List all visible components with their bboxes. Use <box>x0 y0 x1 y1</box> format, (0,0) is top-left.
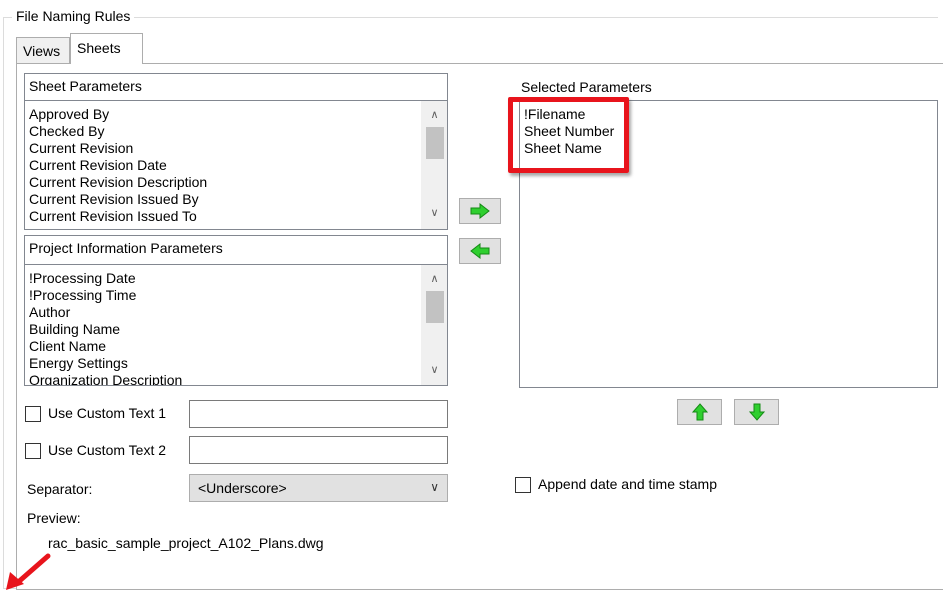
list-item[interactable]: Current Revision Date <box>29 157 421 174</box>
tab-sheets[interactable]: Sheets <box>70 33 143 64</box>
separator-label: Separator: <box>27 481 93 497</box>
project-parameters-list[interactable]: !Processing Date !Processing Time Author… <box>24 264 448 386</box>
list-item[interactable]: Approved By <box>29 106 421 123</box>
custom-text-2-input[interactable] <box>189 436 448 464</box>
custom-text-1-label: Use Custom Text 1 <box>48 405 167 421</box>
list-item[interactable]: !Processing Time <box>29 287 421 304</box>
tab-views[interactable]: Views <box>16 37 70 63</box>
custom-text-1-input[interactable] <box>189 400 448 428</box>
list-item[interactable]: !Processing Date <box>29 270 421 287</box>
pointer-arrow-icon <box>6 553 51 590</box>
selected-parameters-label: Selected Parameters <box>521 79 652 95</box>
append-stamp-label: Append date and time stamp <box>538 476 718 492</box>
preview-label: Preview: <box>27 510 81 526</box>
custom-text-2-label: Use Custom Text 2 <box>48 442 167 458</box>
arrow-right-icon <box>470 203 490 219</box>
sheet-parameters-header: Sheet Parameters <box>24 73 448 101</box>
list-item[interactable]: Client Name <box>29 338 421 355</box>
move-down-button[interactable] <box>734 399 779 425</box>
separator-value: <Underscore> <box>198 480 287 496</box>
custom-text-1-checkbox[interactable] <box>25 406 41 422</box>
separator-select[interactable]: <Underscore> ∨ <box>189 474 448 502</box>
list-item[interactable]: Current Revision Description <box>29 174 421 191</box>
highlight-box <box>508 97 629 173</box>
project-parameters-scrollbar[interactable]: ∧ ∨ <box>421 265 447 385</box>
project-parameters-header: Project Information Parameters <box>24 235 448 265</box>
arrow-left-icon <box>470 243 490 259</box>
list-item[interactable]: Current Revision <box>29 140 421 157</box>
list-item[interactable]: Current Revision Issued By <box>29 191 421 208</box>
list-item[interactable]: Organization Description <box>29 372 421 385</box>
scroll-down-icon[interactable]: ∨ <box>426 362 443 379</box>
append-stamp-checkbox[interactable] <box>515 477 531 493</box>
arrow-up-icon <box>691 403 708 421</box>
scroll-thumb[interactable] <box>426 291 444 323</box>
preview-value: rac_basic_sample_project_A102_Plans.dwg <box>48 535 324 551</box>
list-item[interactable]: Current Revision Issued To <box>29 208 421 225</box>
scroll-up-icon[interactable]: ∧ <box>426 271 443 288</box>
remove-parameter-button[interactable] <box>459 238 501 264</box>
list-item[interactable]: Energy Settings <box>29 355 421 372</box>
scroll-up-icon[interactable]: ∧ <box>426 107 443 124</box>
move-up-button[interactable] <box>677 399 722 425</box>
add-parameter-button[interactable] <box>459 198 501 224</box>
group-title: File Naming Rules <box>12 8 135 24</box>
list-item[interactable]: Building Name <box>29 321 421 338</box>
list-item[interactable]: Checked By <box>29 123 421 140</box>
chevron-down-icon: ∨ <box>430 480 439 494</box>
list-item[interactable]: Author <box>29 304 421 321</box>
scroll-down-icon[interactable]: ∨ <box>426 205 443 222</box>
custom-text-2-checkbox[interactable] <box>25 443 41 459</box>
sheet-parameters-list[interactable]: Approved By Checked By Current Revision … <box>24 100 448 230</box>
sheet-parameters-scrollbar[interactable]: ∧ ∨ <box>421 101 447 229</box>
arrow-down-icon <box>748 403 765 421</box>
scroll-thumb[interactable] <box>426 127 444 159</box>
